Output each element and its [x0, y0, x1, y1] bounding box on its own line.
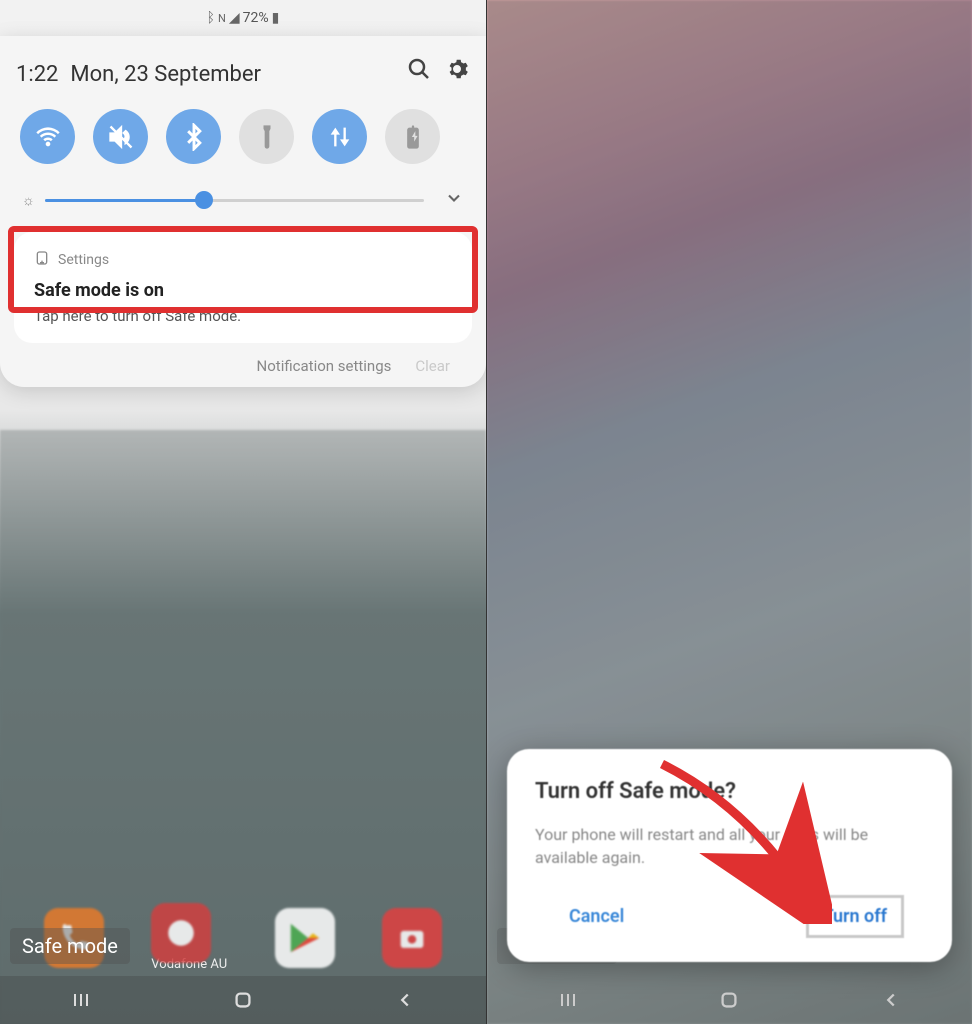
gear-icon[interactable] — [444, 56, 470, 82]
power-saving-toggle[interactable] — [385, 109, 440, 164]
bluetooth-indicator-icon: ᛒ — [207, 10, 215, 26]
brightness-slider[interactable]: ☼ — [16, 188, 470, 212]
notification-settings-link[interactable]: Notification settings — [257, 357, 392, 375]
mobile-data-toggle[interactable] — [312, 109, 367, 164]
clock-date: Mon, 23 September — [70, 62, 394, 87]
navigation-bar — [487, 976, 972, 1024]
status-bar: ᛒ N ◢ 72% ▮ — [0, 0, 486, 36]
notification-title: Safe mode is on — [34, 280, 452, 301]
brightness-thumb[interactable] — [195, 191, 213, 209]
clock-time: 1:22 — [16, 62, 58, 87]
notification-source: Settings — [58, 252, 109, 268]
back-button[interactable] — [385, 980, 425, 1020]
signal-indicator-icon: ◢ — [229, 10, 240, 26]
battery-percent-text: 72% — [243, 10, 269, 26]
quick-settings-panel: 1:22 Mon, 23 September — [0, 36, 486, 387]
turn-off-safe-mode-dialog: Turn off Safe mode? Your phone will rest… — [507, 749, 952, 962]
settings-app-icon — [34, 250, 50, 270]
clear-button[interactable]: Clear — [415, 357, 450, 375]
navigation-bar — [0, 976, 486, 1024]
notification-body: Tap here to turn off Safe mode. — [34, 307, 452, 325]
safe-mode-notification[interactable]: Settings Safe mode is on Tap here to tur… — [14, 232, 472, 343]
bluetooth-toggle[interactable] — [166, 109, 221, 164]
safe-mode-badge: Safe mode — [10, 928, 130, 964]
left-screenshot: ᛒ N ◢ 72% ▮ 1:22 Mon, 23 September — [0, 0, 486, 1024]
brightness-low-icon: ☼ — [22, 192, 35, 209]
turn-off-button[interactable]: Turn off — [806, 895, 904, 938]
sound-toggle[interactable] — [93, 109, 148, 164]
chevron-down-icon[interactable] — [444, 188, 464, 212]
play-store-icon[interactable] — [275, 908, 335, 968]
flashlight-toggle[interactable] — [239, 109, 294, 164]
recents-button[interactable] — [61, 980, 101, 1020]
brightness-track[interactable] — [45, 199, 424, 202]
nfc-indicator-icon: N — [218, 12, 226, 25]
home-button[interactable] — [223, 980, 263, 1020]
recents-button[interactable] — [548, 980, 588, 1020]
wifi-toggle[interactable] — [20, 109, 75, 164]
camera-app-icon[interactable] — [382, 908, 442, 968]
right-screenshot: Safe mode Turn off Safe mode? Your phone… — [486, 0, 972, 1024]
modal-title: Turn off Safe mode? — [535, 779, 924, 804]
cancel-button[interactable]: Cancel — [555, 898, 638, 935]
battery-icon: ▮ — [272, 10, 280, 26]
vodafone-app-icon[interactable] — [151, 903, 211, 963]
back-button[interactable] — [871, 980, 911, 1020]
home-button[interactable] — [709, 980, 749, 1020]
modal-body: Your phone will restart and all your app… — [535, 824, 924, 869]
search-icon[interactable] — [406, 56, 432, 82]
